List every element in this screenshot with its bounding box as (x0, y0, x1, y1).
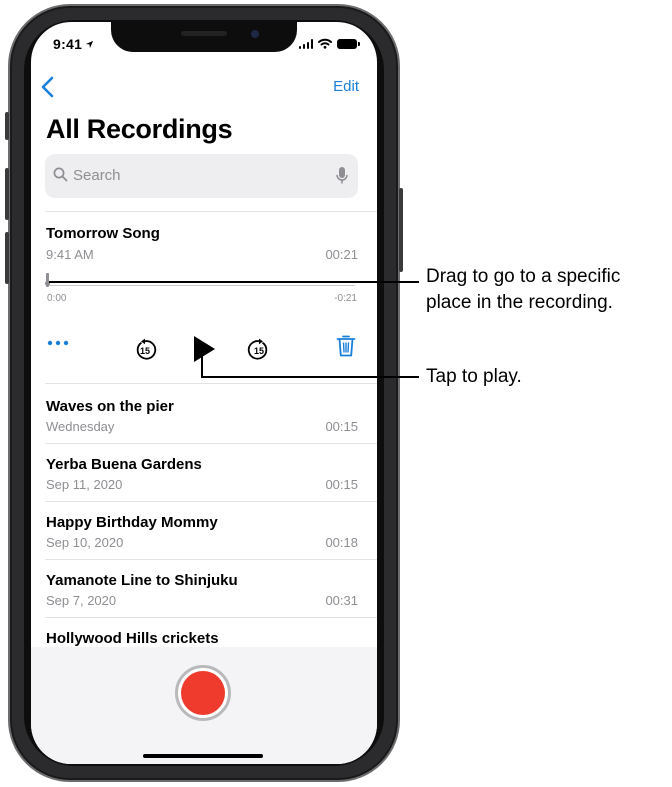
play-icon[interactable] (191, 334, 217, 364)
record-icon (181, 671, 225, 715)
trash-icon[interactable] (336, 334, 356, 358)
more-options-icon[interactable] (47, 338, 69, 348)
recording-title: Yerba Buena Gardens (46, 456, 202, 473)
remaining-time: -0:21 (334, 293, 357, 304)
svg-text:15: 15 (254, 346, 264, 356)
skip-back-15-icon[interactable]: 15 (133, 338, 157, 362)
notch (111, 22, 297, 52)
status-time-text: 9:41 (53, 36, 83, 52)
record-bar (31, 647, 377, 764)
recording-title: Hollywood Hills crickets (46, 630, 219, 647)
skip-forward-15-icon[interactable]: 15 (247, 338, 271, 362)
recording-duration: 00:18 (325, 535, 358, 550)
volume-up-button (5, 168, 9, 220)
earpiece (181, 31, 227, 36)
separator (45, 559, 377, 560)
play-callout-line (201, 376, 419, 378)
recording-duration: 00:15 (325, 419, 358, 434)
expanded-recording-duration: 00:21 (325, 247, 358, 262)
recording-date: Sep 10, 2020 (46, 535, 124, 550)
status-time: 9:41 (53, 36, 94, 52)
separator (45, 211, 377, 212)
recording-title: Yamanote Line to Shinjuku (46, 572, 238, 589)
play-callout-line-vertical (201, 352, 203, 377)
expanded-recording-date: 9:41 AM (46, 247, 94, 262)
recording-duration: 00:15 (325, 477, 358, 492)
svg-text:15: 15 (140, 346, 150, 356)
status-icons (298, 38, 360, 49)
recording-title: Happy Birthday Mommy (46, 514, 218, 531)
recording-duration: 00:31 (325, 593, 358, 608)
recording-title: Waves on the pier (46, 398, 174, 415)
battery-icon (337, 39, 360, 49)
edit-button[interactable]: Edit (333, 78, 359, 95)
cellular-signal-icon (298, 39, 313, 49)
back-chevron-icon[interactable] (39, 74, 59, 100)
scrubber-callout-line (49, 281, 419, 283)
elapsed-time: 0:00 (47, 293, 67, 304)
search-field[interactable]: Search (45, 154, 358, 198)
scrubber-callout-line-2: place in the recording. (426, 292, 613, 313)
microphone-icon[interactable] (336, 166, 348, 185)
location-arrow-icon (86, 40, 94, 49)
recording-date: Sep 11, 2020 (46, 477, 123, 492)
search-icon (53, 167, 68, 182)
volume-down-button (5, 232, 9, 284)
scrubber-callout-text: Drag to go to a specific place in the re… (426, 264, 620, 316)
separator (45, 501, 377, 502)
separator (45, 443, 377, 444)
separator (45, 617, 377, 618)
expanded-recording-title[interactable]: Tomorrow Song (46, 225, 160, 242)
separator (45, 383, 377, 384)
wifi-icon (318, 38, 332, 49)
home-indicator[interactable] (143, 754, 263, 758)
recording-date: Wednesday (46, 419, 115, 434)
record-button[interactable] (175, 665, 231, 721)
play-callout-text: Tap to play. (426, 366, 522, 387)
page-title: All Recordings (46, 114, 233, 144)
phone-screen: 9:41 Edit All Recordings Search Tomorrow… (31, 22, 377, 764)
front-camera (251, 30, 259, 38)
scrubber-callout-line-1: Drag to go to a specific (426, 266, 621, 287)
search-placeholder: Search (73, 167, 121, 184)
mute-switch (5, 112, 9, 140)
side-button (399, 188, 403, 272)
scrubber-track[interactable] (48, 285, 355, 286)
recording-date: Sep 7, 2020 (46, 593, 117, 608)
